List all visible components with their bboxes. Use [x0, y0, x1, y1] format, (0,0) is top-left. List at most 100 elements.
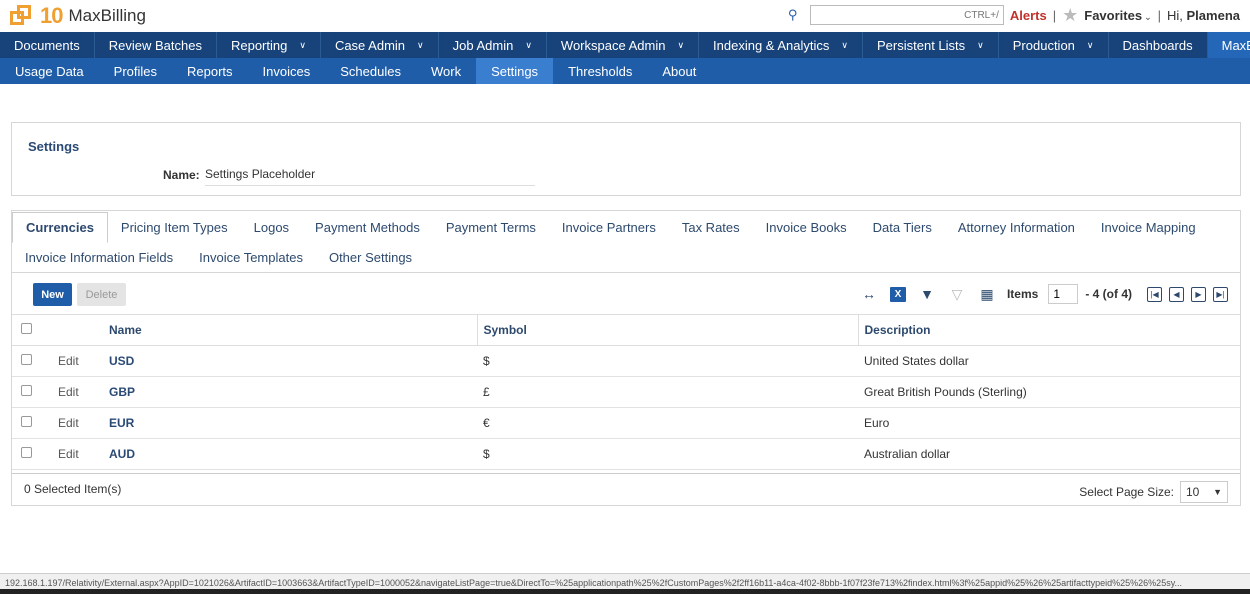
user-name: Plamena [1186, 7, 1240, 23]
search-input[interactable] [809, 5, 1004, 25]
edit-link[interactable]: Edit [52, 376, 103, 408]
subnav-item-about[interactable]: About [647, 58, 711, 84]
search-icon[interactable]: ⚲ [788, 7, 804, 22]
subnav-item-invoices[interactable]: Invoices [248, 58, 326, 84]
tab-payment-terms[interactable]: Payment Terms [433, 212, 549, 242]
chevron-down-icon: ∨ [841, 39, 848, 50]
nav-item-case-admin[interactable]: Case Admin ∨ [321, 32, 439, 58]
top-header: 10 MaxBilling ⚲ Alerts | ★ Favorites⌄ | … [0, 0, 1250, 32]
page-number-input[interactable] [1048, 284, 1079, 304]
items-label: Items [1006, 287, 1039, 301]
nav-item-workspace-admin[interactable]: Workspace Admin ∨ [547, 32, 700, 58]
subnav-item-thresholds[interactable]: Thresholds [553, 58, 647, 84]
next-page-icon[interactable]: ▶ [1191, 286, 1206, 302]
currency-symbol: £ [477, 376, 858, 408]
currencies-table: Name Symbol Description Edit USD $ United S… [12, 314, 1240, 470]
tab-invoice-information-fields[interactable]: Invoice Information Fields [12, 242, 186, 272]
chevron-down-icon: ∨ [525, 39, 532, 50]
nav-item-indexing-and-analytics[interactable]: Indexing & Analytics ∨ [699, 32, 863, 58]
tab-payment-methods[interactable]: Payment Methods [302, 212, 433, 242]
tabs-panel: Currencies Pricing Item Types Logos Payment… [11, 210, 1241, 506]
nav-item-label: Persistent Lists [877, 37, 966, 53]
nav-item-reporting[interactable]: Reporting ∨ [217, 32, 321, 58]
alerts-link[interactable]: Alerts [1010, 8, 1047, 23]
clear-filter-icon[interactable]: ▽ [948, 286, 966, 302]
tab-tax-rates[interactable]: Tax Rates [669, 212, 753, 242]
app-logo[interactable]: 10 MaxBilling [10, 3, 146, 29]
app-name: MaxBilling [68, 6, 146, 25]
edit-column-header [52, 314, 103, 346]
nav-item-label: Documents [14, 37, 80, 53]
star-icon[interactable]: ★ [1062, 6, 1078, 24]
nav-item-job-admin[interactable]: Job Admin ∨ [439, 32, 547, 58]
subnav-item-work[interactable]: Work [416, 58, 476, 84]
dropdown-arrow-icon: ▼ [1213, 487, 1222, 497]
table-row: Edit USD $ United States dollar [12, 345, 1240, 377]
table-row: Edit GBP £ Great British Pounds (Sterling) [12, 376, 1240, 408]
nav-item-review-batches[interactable]: Review Batches [95, 32, 217, 58]
tab-logos[interactable]: Logos [241, 212, 302, 242]
column-header-name[interactable]: Name [103, 314, 477, 346]
currency-name[interactable]: EUR [103, 407, 477, 439]
list-toolbar: New Delete ↔ X ▼ ▽ ▦ Items - 4 (of 4) |◀… [12, 273, 1240, 313]
last-page-icon[interactable]: ▶| [1213, 286, 1228, 302]
new-button[interactable]: New [33, 283, 72, 306]
currency-symbol: $ [477, 345, 858, 377]
nav-item-label: Job Admin [452, 37, 514, 53]
nav-item-maxbilling[interactable]: MaxBilling [1207, 32, 1250, 58]
prev-page-icon[interactable]: ◀ [1169, 286, 1184, 302]
tab-invoice-mapping[interactable]: Invoice Mapping [1088, 212, 1209, 242]
currency-name[interactable]: AUD [103, 438, 477, 470]
edit-link[interactable]: Edit [52, 438, 103, 470]
subnav-item-usage-data[interactable]: Usage Data [0, 58, 99, 84]
currency-name[interactable]: USD [103, 345, 477, 377]
delete-button[interactable]: Delete [77, 283, 126, 306]
subnav-item-settings[interactable]: Settings [476, 58, 554, 84]
currency-description: Great British Pounds (Sterling) [858, 376, 1240, 408]
nav-item-label: Dashboards [1122, 37, 1193, 53]
logo-number: 10 [40, 3, 64, 28]
favorites-menu[interactable]: Favorites ⌄ [1084, 8, 1151, 23]
column-header-description[interactable]: Description [857, 314, 1240, 346]
excel-export-icon[interactable]: X [890, 286, 906, 302]
edit-link[interactable]: Edit [52, 407, 103, 439]
nav-item-dashboards[interactable]: Dashboards [1109, 32, 1208, 58]
row-checkbox[interactable] [12, 438, 52, 470]
chevron-down-icon: ∨ [299, 39, 306, 50]
logo-icon [10, 3, 36, 29]
tab-currencies[interactable]: Currencies [12, 211, 108, 243]
filter-icon[interactable]: ▼ [918, 286, 936, 302]
subnav-item-profiles[interactable]: Profiles [99, 58, 172, 84]
nav-item-production[interactable]: Production ∨ [999, 32, 1109, 58]
currency-name[interactable]: GBP [103, 376, 477, 408]
row-checkbox[interactable] [12, 376, 52, 408]
tab-invoice-partners[interactable]: Invoice Partners [549, 212, 669, 242]
nav-item-label: Indexing & Analytics [713, 37, 830, 53]
tab-pricing-item-types[interactable]: Pricing Item Types [108, 212, 241, 242]
item-range: - 4 (of 4) [1085, 287, 1132, 301]
chevron-down-icon: ∨ [677, 39, 685, 50]
nav-item-label: Production [1012, 37, 1075, 53]
row-checkbox[interactable] [12, 407, 52, 439]
chevron-down-icon: ∨ [417, 39, 424, 50]
tab-attorney-information[interactable]: Attorney Information [945, 212, 1088, 242]
nav-item-documents[interactable]: Documents [0, 32, 95, 58]
subnav-item-reports[interactable]: Reports [172, 58, 248, 84]
tab-invoice-templates[interactable]: Invoice Templates [186, 242, 316, 272]
first-page-icon[interactable]: |◀ [1147, 286, 1162, 302]
user-menu[interactable]: Hi, Plamena [1167, 8, 1240, 23]
nav-item-persistent-lists[interactable]: Persistent Lists ∨ [863, 32, 999, 58]
row-checkbox[interactable] [12, 345, 52, 377]
select-all-checkbox[interactable] [12, 314, 52, 346]
expand-width-icon[interactable]: ↔ [860, 286, 878, 302]
subnav-item-schedules[interactable]: Schedules [325, 58, 416, 84]
tab-data-tiers[interactable]: Data Tiers [860, 212, 945, 242]
column-header-symbol[interactable]: Symbol [476, 314, 858, 346]
grid-columns-icon[interactable]: ▦ [978, 286, 996, 302]
page-size-select[interactable]: 10 ▼ [1180, 481, 1228, 503]
currency-symbol: $ [477, 438, 858, 470]
edit-link[interactable]: Edit [52, 345, 103, 377]
tab-row-2: Invoice Information Fields Invoice Templa… [12, 242, 425, 272]
tab-invoice-books[interactable]: Invoice Books [753, 212, 860, 242]
tab-other-settings[interactable]: Other Settings [316, 242, 425, 272]
